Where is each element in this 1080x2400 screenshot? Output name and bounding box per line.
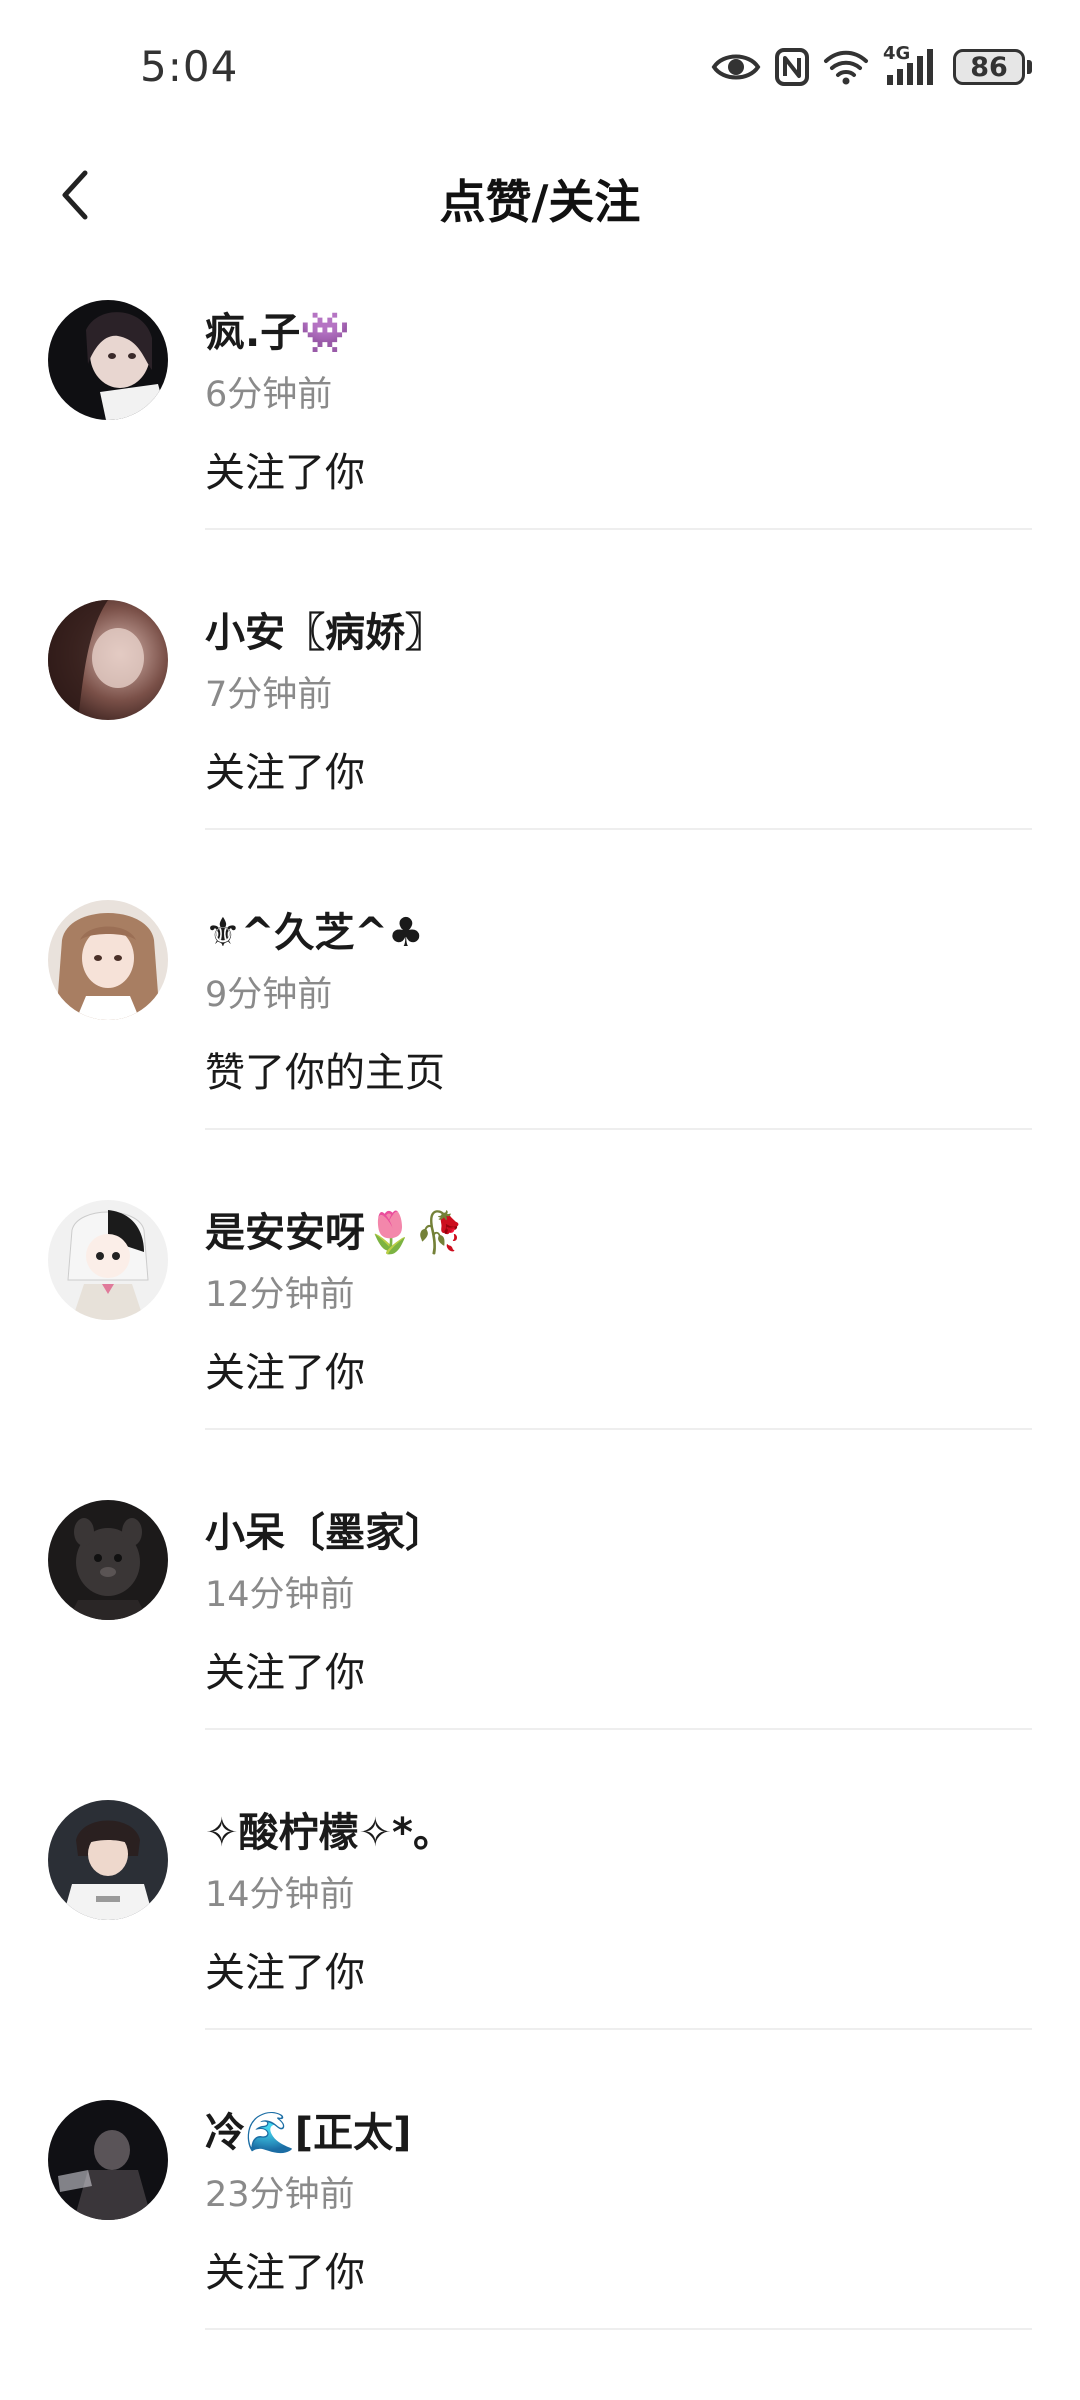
avatar[interactable] [48, 1500, 168, 1620]
timestamp: 14分钟前 [205, 1575, 355, 1615]
timestamp: 9分钟前 [205, 975, 333, 1015]
list-item[interactable]: 是安安呀🌷🥀 12分钟前 关注了你 [0, 1200, 1080, 1500]
divider [205, 528, 1032, 530]
action-text: 关注了你 [205, 1950, 365, 1996]
status-bar: 5:04 4G 86 [0, 0, 1080, 130]
battery-cap [1027, 60, 1032, 74]
divider [205, 2328, 1032, 2330]
list-item[interactable]: 小呆〔墨家〕 14分钟前 关注了你 [0, 1500, 1080, 1800]
timestamp: 14分钟前 [205, 1875, 355, 1915]
list-item[interactable]: 冷🌊[正太] 23分钟前 关注了你 [0, 2100, 1080, 2400]
header: 点赞/关注 [0, 140, 1080, 250]
user-name[interactable]: ⚜^久芝^♣ [205, 900, 424, 958]
battery-level: 86 [953, 49, 1025, 85]
list-item[interactable]: ⚜^久芝^♣ 9分钟前 赞了你的主页 [0, 900, 1080, 1200]
action-text: 关注了你 [205, 2250, 365, 2296]
eye-icon [711, 50, 761, 84]
timestamp: 12分钟前 [205, 1275, 355, 1315]
signal-icon: 4G [883, 43, 939, 87]
avatar[interactable] [48, 600, 168, 720]
action-text: 关注了你 [205, 1350, 365, 1396]
avatar[interactable] [48, 900, 168, 1020]
divider [205, 1128, 1032, 1130]
action-text: 关注了你 [205, 1650, 365, 1696]
notification-list: 疯.子👾 6分钟前 关注了你 小安〖病娇〗 7分钟前 关注了你 ⚜^久芝^♣ 9… [0, 300, 1080, 2400]
divider [205, 828, 1032, 830]
action-text: 关注了你 [205, 750, 365, 796]
list-item[interactable]: 疯.子👾 6分钟前 关注了你 [0, 300, 1080, 600]
timestamp: 7分钟前 [205, 675, 333, 715]
action-text: 赞了你的主页 [205, 1050, 445, 1096]
avatar[interactable] [48, 300, 168, 420]
timestamp: 6分钟前 [205, 375, 333, 415]
divider [205, 1728, 1032, 1730]
divider [205, 1428, 1032, 1430]
divider [205, 2028, 1032, 2030]
list-item[interactable]: 小安〖病娇〗 7分钟前 关注了你 [0, 600, 1080, 900]
user-name[interactable]: ✧酸柠檬✧*。 [205, 1800, 453, 1858]
avatar[interactable] [48, 2100, 168, 2220]
avatar[interactable] [48, 1800, 168, 1920]
list-item[interactable]: ✧酸柠檬✧*。 14分钟前 关注了你 [0, 1800, 1080, 2100]
wifi-icon [823, 49, 869, 85]
battery-icon: 86 [953, 49, 1032, 85]
action-text: 关注了你 [205, 450, 365, 496]
avatar[interactable] [48, 1200, 168, 1320]
user-name[interactable]: 是安安呀🌷🥀 [205, 1200, 465, 1258]
status-icons: 4G 86 [711, 43, 1032, 90]
page-title: 点赞/关注 [439, 175, 641, 229]
user-name[interactable]: 小安〖病娇〗 [205, 600, 445, 658]
timestamp: 23分钟前 [205, 2175, 355, 2215]
user-name[interactable]: 冷🌊[正太] [205, 2100, 411, 2158]
user-name[interactable]: 小呆〔墨家〕 [205, 1500, 445, 1558]
nfc-icon [775, 48, 809, 86]
status-time: 5:04 [140, 42, 239, 91]
user-name[interactable]: 疯.子👾 [205, 300, 350, 358]
